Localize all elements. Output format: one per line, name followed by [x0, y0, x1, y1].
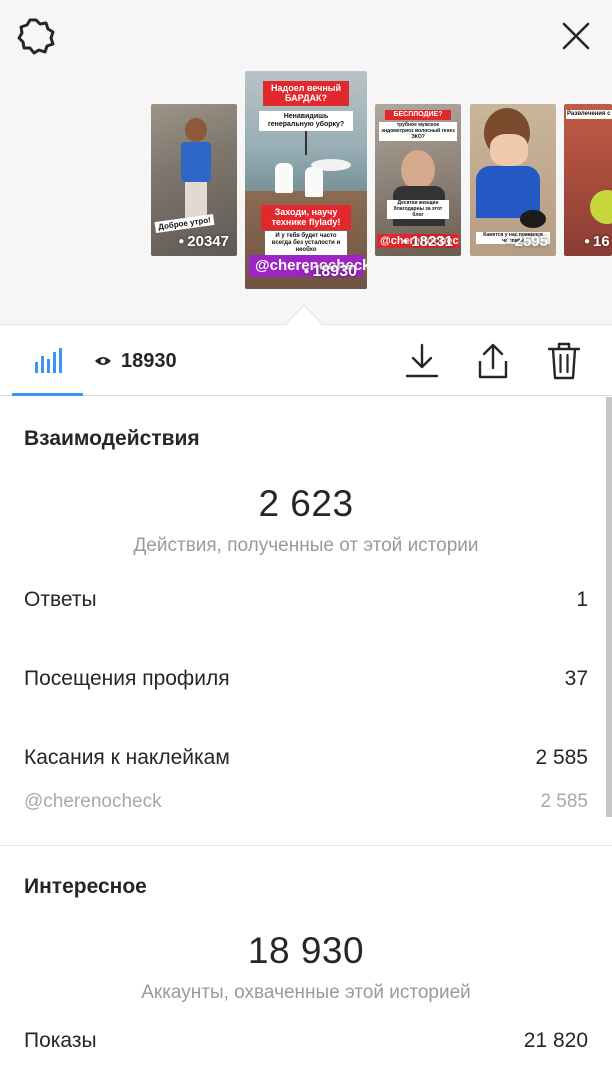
settings-button[interactable]	[14, 14, 58, 58]
download-icon	[405, 343, 439, 378]
story-views: ● 2595	[505, 233, 548, 250]
story-cta: Заходи, научу технике flylady!	[261, 205, 351, 230]
eye-icon: ●	[402, 236, 409, 247]
metric-value: 21 820	[523, 1029, 588, 1052]
metric-value: 1	[576, 588, 588, 611]
metric-value: 2 585	[540, 791, 588, 812]
eye-icon: ●	[178, 236, 185, 247]
metric-row-sticker-taps: Касания к наклейкам 2 585	[24, 746, 588, 770]
tab-insights[interactable]	[12, 326, 83, 396]
metric-label: @cherenocheck	[24, 791, 162, 812]
gear-icon	[17, 18, 55, 55]
metric-label: Касания к наклейкам	[24, 746, 230, 769]
story-thumbnail-selected[interactable]: Надоел вечный БАРДАК? Ненавидишь генерал…	[245, 71, 367, 289]
story-headline: Надоел вечный БАРДАК?	[263, 81, 349, 106]
section-title-discovery: Интересное	[24, 875, 147, 898]
metric-row-profile-visits: Посещения профиля 37	[24, 667, 588, 691]
scrollbar[interactable]	[606, 397, 612, 817]
metric-row-impressions: Показы 21 820	[24, 1029, 588, 1053]
metric-label: Показы	[24, 1029, 97, 1052]
interactions-caption: Действия, полученные от этой истории	[133, 535, 479, 556]
close-icon	[562, 22, 590, 50]
metric-row-replies: Ответы 1	[24, 588, 588, 612]
story-views: ● 18930	[303, 263, 357, 280]
close-button[interactable]	[554, 14, 598, 58]
delete-button[interactable]	[543, 340, 585, 382]
story-thumbnail[interactable]: Развлечения с пользой ●16	[564, 104, 612, 256]
share-button[interactable]	[472, 340, 514, 382]
eye-icon: ●	[584, 236, 591, 247]
story-thumbnail[interactable]: Доброе утро! ● 20347	[151, 104, 237, 256]
story-toolbar: 18930	[0, 326, 612, 396]
metric-row-sticker-mention[interactable]: @cherenocheck 2 585	[24, 791, 588, 813]
section-title-interactions: Взаимодействия	[24, 427, 200, 450]
interactions-total: 2 623	[258, 483, 354, 524]
story-views: ● 20347	[178, 233, 229, 250]
active-tab-indicator	[12, 393, 83, 396]
eye-icon	[95, 357, 111, 365]
story-headline: БЕСПЛОДИЕ?	[385, 110, 451, 121]
story-views: ● 18231	[402, 233, 453, 250]
story-views: ● 16	[584, 233, 610, 250]
discovery-total: 18 930	[247, 930, 365, 971]
bar-chart-icon	[34, 348, 62, 373]
story-headline: Развлечения с пользой	[566, 110, 612, 119]
story-sticker: Доброе утро!	[154, 213, 215, 234]
download-button[interactable]	[401, 340, 443, 382]
story-subline: Ненавидишь генеральную уборку?	[259, 111, 353, 132]
discovery-caption: Аккаунты, охваченные этой историей	[141, 982, 471, 1003]
insights-panel[interactable]: Взаимодействия 2 623 Действия, полученны…	[0, 397, 612, 1088]
story-thumbnail[interactable]: Кажется у нас появился чемпион ● 2595	[470, 104, 556, 256]
story-carousel: Доброе утро! ● 20347 Надоел вечный БАРДАК…	[0, 0, 612, 342]
story-photo	[179, 118, 213, 218]
eye-icon: ●	[303, 266, 310, 277]
share-icon	[478, 343, 508, 379]
story-cta-note: И у тебя будет часто всегда без усталост…	[265, 231, 347, 256]
story-subline: трубное мужское эндометриоз волосный ген…	[379, 122, 457, 142]
view-count: 18930	[94, 326, 177, 396]
story-note: Десятки женщин благодарны за этот блог	[387, 200, 449, 220]
metric-label: Посещения профиля	[24, 667, 230, 690]
eye-icon: ●	[505, 236, 512, 247]
metric-label: Ответы	[24, 588, 97, 611]
metric-value: 2 585	[535, 746, 588, 769]
metric-value: 37	[564, 667, 588, 690]
story-thumbnail[interactable]: БЕСПЛОДИЕ? трубное мужское эндометриоз в…	[375, 104, 461, 256]
trash-icon	[548, 342, 580, 380]
section-divider	[0, 845, 612, 846]
